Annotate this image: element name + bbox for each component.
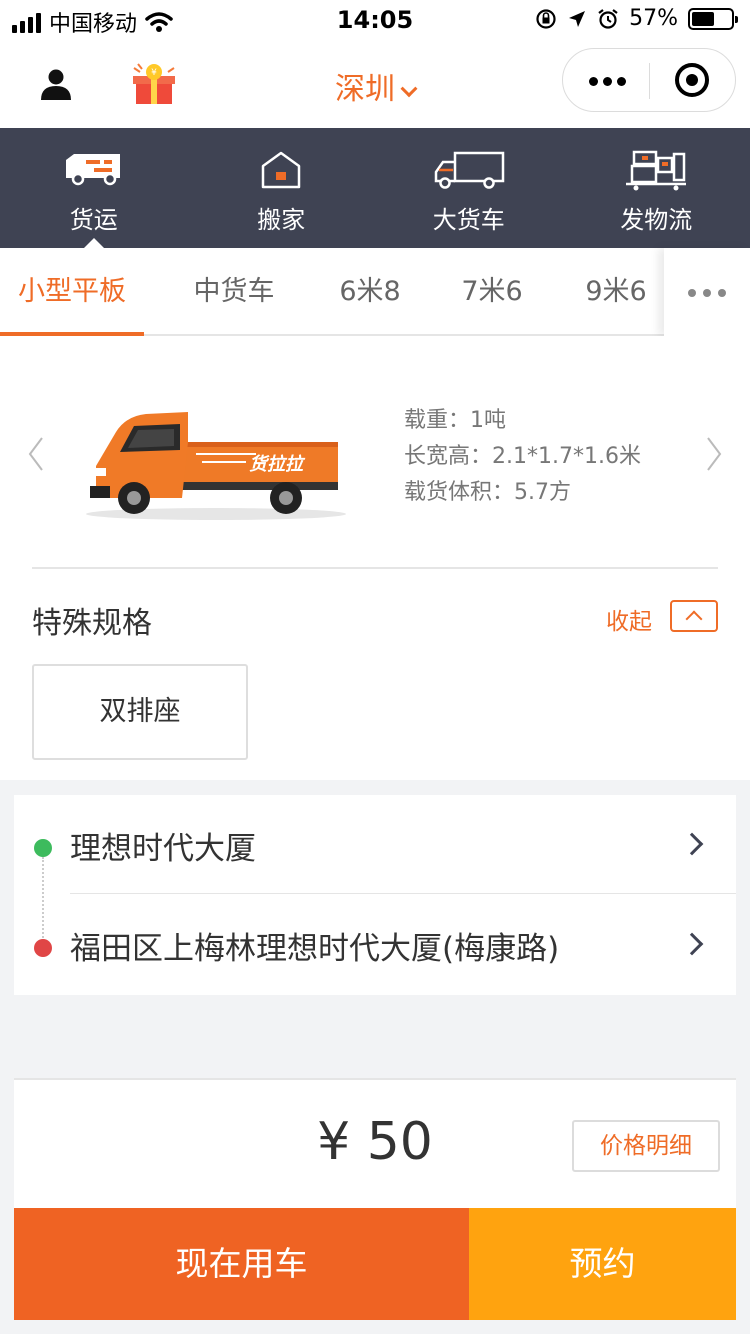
tab-9m6[interactable]: 9米6 xyxy=(568,248,664,336)
collapse-label[interactable]: 收起 xyxy=(606,602,652,636)
end-address: 福田区上梅林理想时代大厦(梅康路) xyxy=(70,931,560,967)
miniprogram-capsule xyxy=(562,48,736,112)
logistics-icon xyxy=(626,150,687,191)
divider xyxy=(70,893,736,894)
capsule-divider xyxy=(649,63,650,99)
divider xyxy=(32,567,718,569)
chevron-left-icon[interactable] xyxy=(26,436,46,472)
special-spec-title: 特殊规格 xyxy=(32,606,152,641)
service-freight[interactable]: 货运 xyxy=(0,128,188,248)
truck-icon xyxy=(434,151,504,189)
end-dot-icon xyxy=(34,939,52,957)
use-now-button[interactable]: 现在用车 xyxy=(14,1208,469,1320)
end-address-row[interactable]: 福田区上梅林理想时代大厦(梅康路) xyxy=(14,895,736,995)
service-big-truck[interactable]: 大货车 xyxy=(375,128,563,248)
spec-load: 载重：1吨 xyxy=(404,408,506,433)
service-label: 发物流 xyxy=(620,206,693,234)
vehicle-section: 货拉拉 载重：1吨 长宽高：2.1*1.7*1.6米 载货体积：5.7方 特殊规… xyxy=(0,336,750,780)
address-card: 理想时代大厦 福田区上梅林理想时代大厦(梅康路) xyxy=(14,795,736,995)
active-indicator xyxy=(83,238,104,248)
chevron-down-icon xyxy=(400,80,418,98)
vehicle-tabs: 小型平板 中货车 6米8 7米6 9米6 xyxy=(0,248,750,336)
tab-small-flatbed[interactable]: 小型平板 xyxy=(0,248,144,336)
service-nav: 货运 搬家 大货车 发物流 xyxy=(0,128,750,248)
tab-medium-truck[interactable]: 中货车 xyxy=(176,248,292,336)
alarm-icon xyxy=(598,8,618,29)
start-dot-icon xyxy=(34,839,52,857)
chevron-right-icon[interactable] xyxy=(704,436,724,472)
location-icon xyxy=(569,10,586,27)
option-double-row-seat[interactable]: 双排座 xyxy=(32,664,248,760)
truck-image: 货拉拉 xyxy=(86,412,346,520)
spec-volume: 载货体积：5.7方 xyxy=(404,480,571,505)
tab-6m8[interactable]: 6米8 xyxy=(320,248,420,336)
spec-dimensions: 长宽高：2.1*1.7*1.6米 xyxy=(404,444,641,469)
chevron-right-icon xyxy=(680,932,704,956)
action-bar: 现在用车 预约 xyxy=(14,1208,736,1320)
target-icon[interactable] xyxy=(675,63,709,97)
service-logistics[interactable]: 发物流 xyxy=(563,128,750,248)
service-moving[interactable]: 搬家 xyxy=(188,128,376,248)
reserve-button[interactable]: 预约 xyxy=(469,1208,736,1320)
more-tabs-button[interactable] xyxy=(664,248,750,336)
battery-level xyxy=(692,11,714,26)
service-label: 搬家 xyxy=(257,206,306,234)
battery-percent: 57% xyxy=(629,6,678,31)
truck-brand-text: 货拉拉 xyxy=(249,454,306,475)
house-icon xyxy=(262,151,301,189)
battery-icon xyxy=(688,7,738,30)
start-address: 理想时代大厦 xyxy=(70,831,256,867)
price-area: ¥ 50 价格明细 xyxy=(14,1078,736,1208)
service-label: 货运 xyxy=(69,206,118,234)
chevron-up-icon[interactable] xyxy=(670,600,718,632)
chevron-right-icon xyxy=(680,832,704,856)
tab-7m6[interactable]: 7米6 xyxy=(444,248,540,336)
service-label: 大货车 xyxy=(432,206,505,234)
start-address-row[interactable]: 理想时代大厦 xyxy=(14,795,736,895)
status-bar: 中国移动 14:05 57% xyxy=(0,0,750,40)
city-name: 深圳 xyxy=(335,72,395,107)
rotation-lock-icon xyxy=(536,8,556,29)
van-icon xyxy=(65,154,120,186)
price-detail-button[interactable]: 价格明细 xyxy=(572,1120,720,1172)
more-icon[interactable] xyxy=(589,77,626,86)
header: ¥ 深圳 xyxy=(0,40,750,128)
